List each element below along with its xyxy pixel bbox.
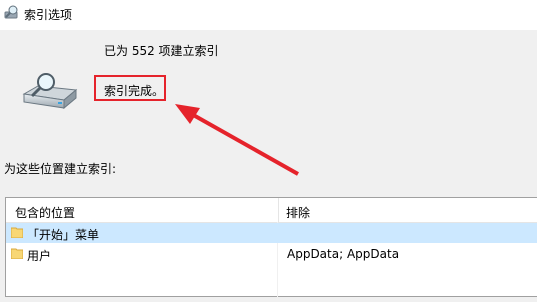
window-title: 索引选项 [24,8,73,22]
locations-label: 为这些位置建立索引: [4,162,117,176]
location-name: 用户 [27,249,52,263]
indexed-locations-list[interactable]: 包含的位置 排除 「开始」菜单 用户 AppData; AppData [5,197,537,302]
status-highlight-box: 索引完成。 [94,75,166,101]
column-header-exclude[interactable]: 排除 [286,204,310,221]
list-item[interactable]: 「开始」菜单 [6,223,537,243]
folder-icon [11,227,23,238]
indexing-drive-icon [22,73,78,110]
indexed-items-count: 已为 552 项建立索引 [104,44,219,58]
location-name: 「开始」菜单 [27,228,100,242]
indexing-options-icon [4,5,18,19]
list-item[interactable]: 用户 AppData; AppData [6,244,537,264]
column-header-location[interactable]: 包含的位置 [15,204,75,221]
list-header: 包含的位置 排除 [6,198,537,223]
location-exclude: AppData; AppData [287,247,400,261]
folder-icon [11,248,23,259]
column-divider[interactable] [278,198,279,222]
indexing-status: 索引完成。 [104,84,165,98]
title-bar: 索引选项 [0,0,537,30]
